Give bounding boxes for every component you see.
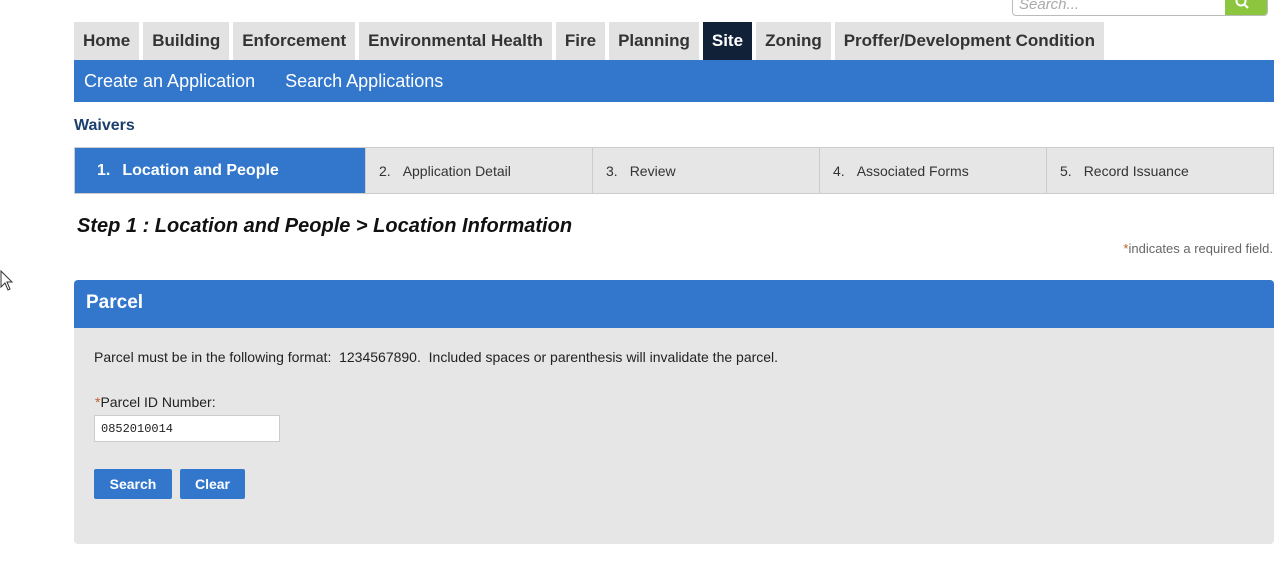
parcel-id-label-text: Parcel ID Number: — [100, 394, 216, 410]
page: Home Building Enforcement Environmental … — [0, 0, 1287, 565]
module-tabs: Home Building Enforcement Environmental … — [74, 22, 1108, 66]
step-number: 1. — [97, 161, 111, 179]
step-label: Review — [629, 162, 676, 179]
parcel-panel-title: Parcel — [74, 280, 1274, 328]
search-icon — [1235, 0, 1249, 9]
parcel-id-input[interactable] — [94, 415, 280, 442]
global-search-button[interactable] — [1225, 0, 1267, 15]
search-applications-link[interactable]: Search Applications — [285, 71, 443, 92]
parcel-format-instructions: Parcel must be in the following format: … — [94, 349, 779, 365]
sub-nav: Create an Application Search Application… — [74, 60, 1274, 102]
tab-planning[interactable]: Planning — [609, 22, 699, 60]
step-label: Location and People — [122, 161, 279, 179]
step-number: 5. — [1060, 162, 1072, 179]
step-label: Associated Forms — [856, 162, 969, 179]
parcel-panel: Parcel Parcel must be in the following f… — [74, 280, 1274, 544]
step-number: 2. — [379, 162, 391, 179]
module-title: Waivers — [74, 117, 135, 134]
required-note-text: indicates a required field. — [1128, 241, 1273, 256]
create-application-link[interactable]: Create an Application — [84, 71, 255, 92]
tab-building[interactable]: Building — [143, 22, 230, 60]
tab-zoning[interactable]: Zoning — [756, 22, 831, 60]
tab-home[interactable]: Home — [74, 22, 140, 60]
step-record-issuance[interactable]: 5. Record Issuance — [1047, 148, 1273, 193]
tab-environmental-health[interactable]: Environmental Health — [359, 22, 552, 60]
step-application-detail[interactable]: 2. Application Detail — [366, 148, 593, 193]
mouse-cursor-icon — [0, 270, 14, 291]
tab-fire[interactable]: Fire — [555, 22, 606, 60]
clear-button[interactable]: Clear — [180, 469, 245, 499]
tab-proffer-development-condition[interactable]: Proffer/Development Condition — [834, 22, 1104, 60]
step-location-and-people[interactable]: 1. Location and People — [75, 148, 366, 193]
step-label: Record Issuance — [1083, 162, 1189, 179]
step-number: 4. — [833, 162, 845, 179]
tab-site[interactable]: Site — [702, 22, 753, 66]
step-indicator: 1. Location and People 2. Application De… — [74, 147, 1274, 194]
global-search-input[interactable] — [1019, 0, 1219, 14]
tab-enforcement[interactable]: Enforcement — [233, 22, 356, 60]
step-label: Application Detail — [402, 162, 511, 179]
parcel-id-label: *Parcel ID Number: — [95, 394, 216, 410]
step-number: 3. — [606, 162, 618, 179]
global-search — [1012, 0, 1268, 16]
step-review[interactable]: 3. Review — [593, 148, 820, 193]
page-title: Step 1 : Location and People > Location … — [77, 215, 573, 237]
step-associated-forms[interactable]: 4. Associated Forms — [820, 148, 1047, 193]
search-button[interactable]: Search — [94, 469, 172, 499]
required-field-note: *indicates a required field. — [1123, 241, 1273, 256]
